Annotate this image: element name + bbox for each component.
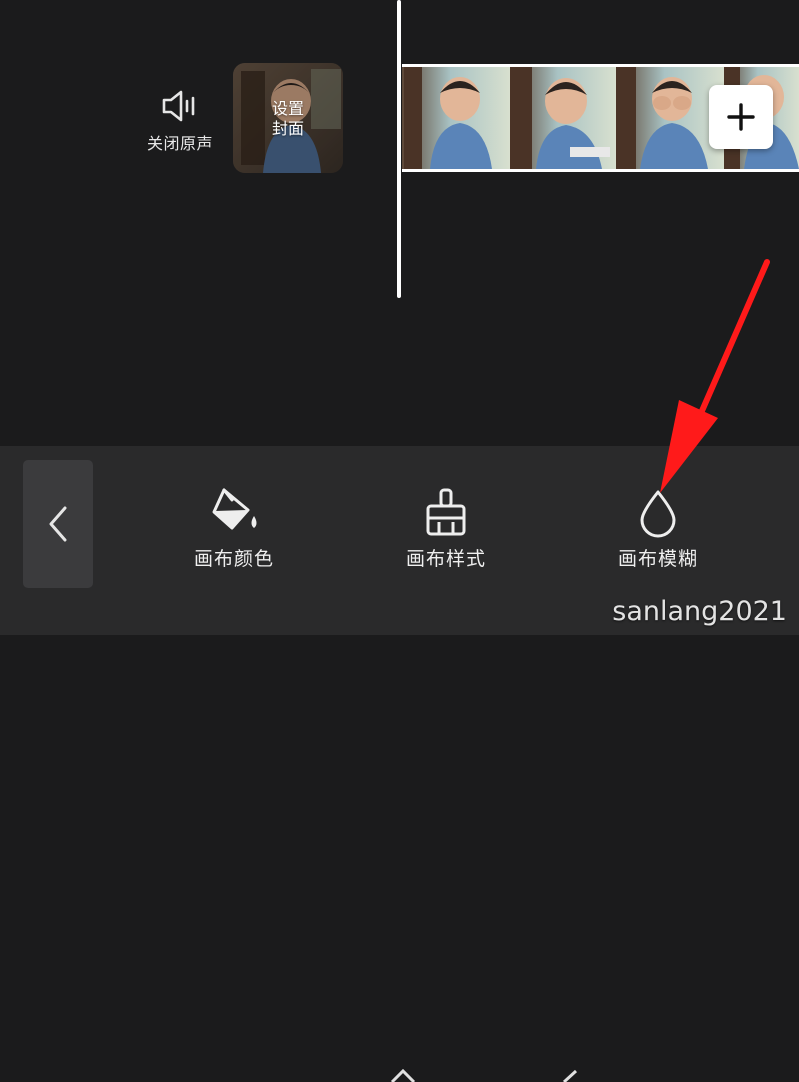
watermark: sanlang2021 [612,596,787,627]
set-cover-label: 设置 封面 [233,99,343,139]
nav-back-hint-icon [562,1069,578,1082]
timeline-area: 关闭原声 设置 封面 [0,0,799,446]
canvas-color-button[interactable]: 画布颜色 [174,486,294,571]
canvas-blur-button[interactable]: 画布模糊 [598,486,718,571]
droplet-icon [640,490,676,538]
speaker-icon [162,90,195,122]
canvas-style-label: 画布样式 [405,548,486,570]
clip-frame [402,67,510,169]
brush-icon [426,488,466,536]
cover-label-line1: 设置 [271,99,304,118]
clip-frame [510,67,616,169]
nav-home-hint-icon [390,1068,416,1082]
clip-frame [616,67,724,169]
plus-icon [727,103,755,131]
mute-original-sound-button[interactable]: 关闭原声 [140,88,220,154]
cover-label-line2: 封面 [271,119,304,138]
canvas-color-label: 画布颜色 [193,548,274,570]
mute-label: 关闭原声 [146,134,213,153]
back-button[interactable] [23,460,93,588]
add-clip-button[interactable] [709,85,773,149]
canvas-blur-label: 画布模糊 [617,548,698,570]
playhead[interactable] [397,0,401,298]
paint-bucket-icon [212,488,257,530]
chevron-left-icon [49,506,67,542]
canvas-style-button[interactable]: 画布样式 [386,486,506,571]
set-cover-button[interactable]: 设置 封面 [233,63,343,173]
